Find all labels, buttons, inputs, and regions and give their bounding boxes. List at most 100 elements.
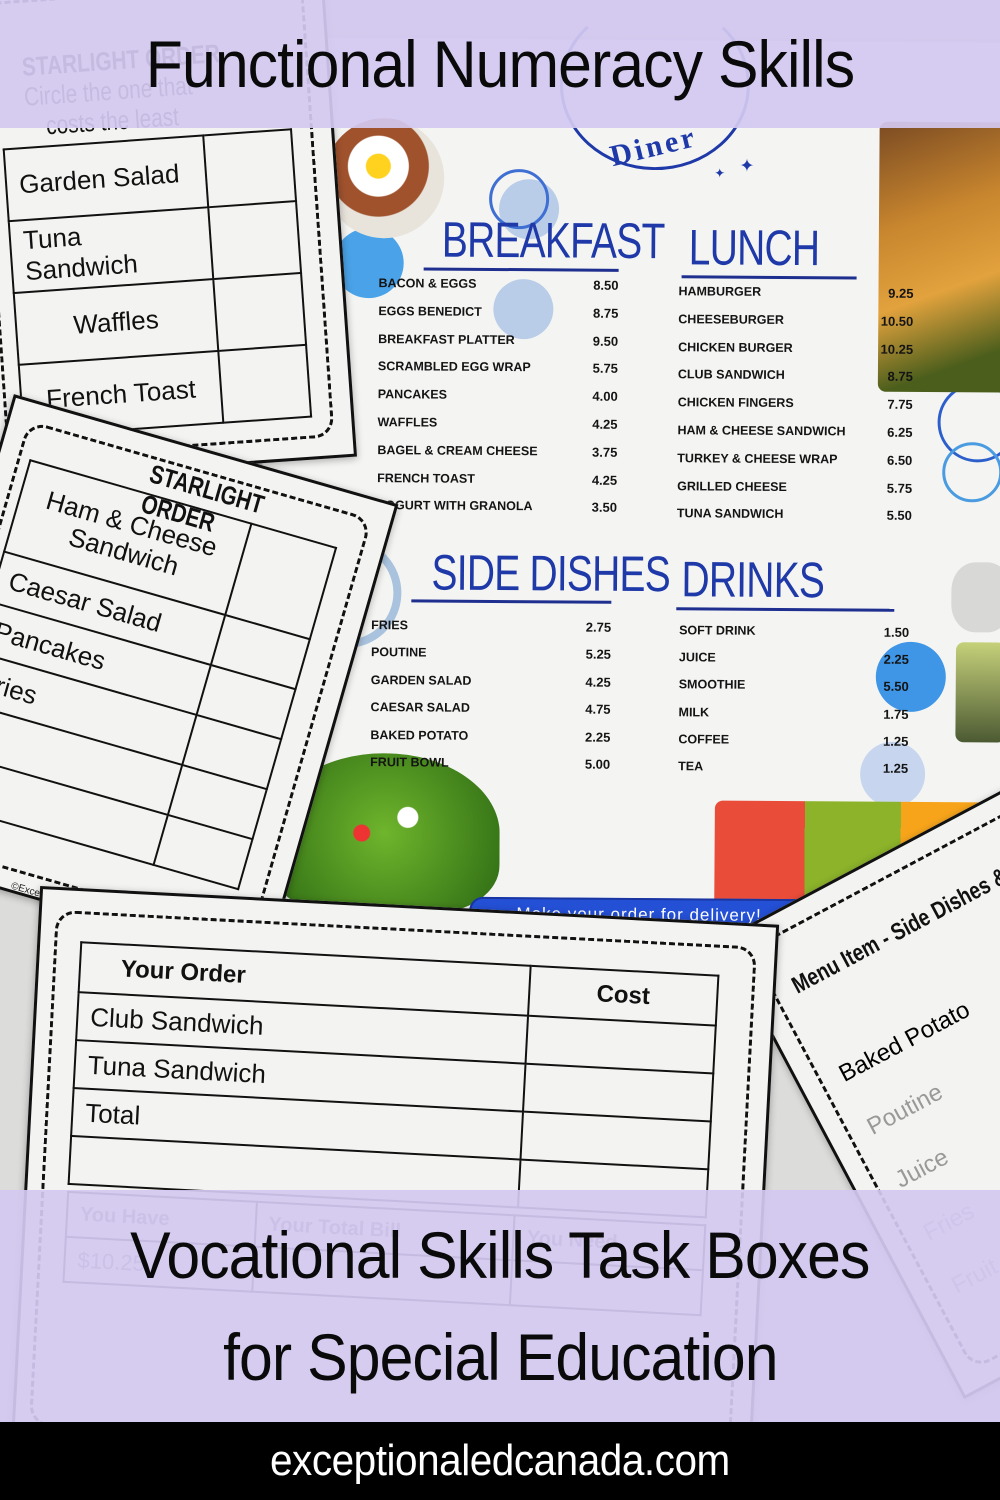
circle-cell[interactable] — [208, 201, 302, 280]
menu-item-name: JUICE — [678, 650, 716, 665]
section-rule — [411, 599, 612, 604]
section-rule — [681, 275, 857, 280]
sparkle-icon: ✦ — [714, 165, 726, 181]
menu-item-row: CHICKEN BURGER 10.25 — [678, 340, 913, 357]
bottom-title-band: Vocational Skills Task Boxes for Special… — [0, 1190, 1000, 1422]
menu-item-row: HAMBURGER 9.25 — [678, 284, 913, 301]
menu-item-price: 8.75 — [887, 369, 913, 385]
circle-cell[interactable] — [218, 344, 312, 423]
bottom-title-line2: for Special Education — [222, 1320, 778, 1394]
menu-item-name: COFFEE — [678, 732, 730, 747]
menu-item-price: 4.25 — [592, 416, 618, 432]
menu-item-price: 4.00 — [592, 388, 618, 405]
menu-item-row: BAKED POTATO 2.25 — [370, 728, 610, 745]
menu-item-price: 1.25 — [882, 760, 909, 776]
menu-item-name: PANCAKES — [377, 387, 448, 402]
menu-item-name: MILK — [678, 704, 710, 720]
menu-item-name: WAFFLES — [377, 415, 438, 430]
menu-item-name: CLUB SANDWICH — [677, 367, 785, 383]
menu-item-price: 6.50 — [886, 452, 913, 468]
menu-item-price: 5.75 — [886, 480, 913, 496]
breakfast-photo — [323, 117, 445, 239]
menu-item-row: YOGURT WITH GRANOLA 3.50 — [377, 499, 617, 516]
menu-item-row: GRILLED CHEESE 5.75 — [677, 479, 912, 496]
menu-item-price: 10.25 — [880, 341, 914, 357]
menu-item-row: PANCAKES 4.00 — [378, 387, 618, 404]
menu-item-price: 8.75 — [592, 305, 619, 321]
menu-item-price: 2.25 — [883, 651, 909, 668]
menu-item-price: 7.75 — [887, 396, 913, 413]
menu-item-name: FRENCH TOAST — [377, 470, 475, 486]
menu-item-price: 6.25 — [887, 424, 913, 440]
menu-item-name: SOFT DRINK — [679, 623, 756, 638]
teapot-photo — [951, 562, 1000, 633]
menu-item-price: 8.50 — [593, 277, 619, 293]
menu-item-row: BREAKFAST PLATTER 9.50 — [378, 332, 618, 349]
least-cost-table: Garden Salad Tuna Sandwich Waffles Frenc… — [3, 128, 313, 438]
top-title: Functional Numeracy Skills — [145, 27, 855, 101]
menu-item-name: HAMBURGER — [678, 284, 762, 299]
website-link[interactable]: exceptionaledcanada.com — [270, 1436, 730, 1486]
menu-item-price: 5.00 — [584, 756, 611, 772]
menu-item-price: 2.75 — [585, 619, 612, 635]
menu-item-row: SMOOTHIE 5.50 — [679, 678, 909, 695]
menu-item-price: 5.75 — [592, 361, 619, 377]
section-heading-breakfast: BREAKFAST — [441, 211, 665, 270]
menu-item-row: CLUB SANDWICH 8.75 — [678, 368, 913, 385]
circle-cell[interactable] — [213, 272, 307, 351]
menu-item-row: HAM & CHEESE SANDWICH 6.25 — [677, 423, 912, 440]
your-order-table: Your Order Cost Club Sandwich Tuna Sandw… — [68, 941, 720, 1218]
bottom-title-line1: Vocational Skills Task Boxes — [130, 1217, 870, 1292]
menu-item-name: TURKEY & CHEESE WRAP — [677, 451, 838, 467]
menu-item-name: TUNA SANDWICH — [676, 506, 784, 522]
tea-cups-photo — [955, 642, 1000, 743]
menu-item-row: MILK 1.75 — [679, 705, 909, 722]
menu-item-name: HAM & CHEESE SANDWICH — [677, 423, 846, 439]
menu-item-price: 10.50 — [880, 313, 914, 329]
menu-item-name: BAKED POTATO — [370, 727, 469, 743]
menu-item-name: YOGURT WITH GRANOLA — [376, 498, 533, 514]
menu-item-row: FRIES 2.75 — [371, 618, 611, 635]
menu-item-name: BACON & EGGS — [378, 276, 477, 291]
menu-item-row: CHICKEN FINGERS 7.75 — [678, 395, 913, 412]
menu-item-name: FRIES — [371, 618, 409, 633]
menu-item-name: CHEESEBURGER — [678, 312, 784, 327]
menu-item-price: 4.75 — [585, 701, 611, 717]
menu-item-row: TEA 1.25 — [678, 759, 908, 776]
section-heading-side-dishes: SIDE DISHES — [431, 544, 671, 603]
menu-item-name: CAESAR SALAD — [370, 700, 470, 715]
section-rule — [423, 267, 619, 272]
menu-item-price: 4.25 — [591, 472, 618, 488]
menu-item-price: 2.25 — [585, 729, 611, 745]
item-cell: Garden Salad — [3, 135, 209, 222]
menu-item-name: GRILLED CHEESE — [677, 478, 787, 494]
menu-item-price: 4.25 — [585, 674, 611, 690]
menu-item-row: SOFT DRINK 1.50 — [679, 623, 909, 640]
menu-item-name: SCRAMBLED EGG WRAP — [377, 359, 531, 375]
circle-cell[interactable] — [203, 129, 297, 208]
menu-item-name: BAGEL & CREAM CHEESE — [377, 442, 538, 459]
menu-item-name: CHICKEN BURGER — [678, 339, 793, 355]
menu-item-row: GARDEN SALAD 4.25 — [371, 673, 611, 690]
menu-item-name: FRUIT BOWL — [370, 755, 449, 770]
menu-item-row: FRUIT BOWL 5.00 — [370, 755, 610, 772]
menu-item-name: SMOOTHIE — [678, 677, 746, 693]
top-title-band: Functional Numeracy Skills — [0, 0, 1000, 128]
menu-item-price: 9.50 — [592, 333, 619, 349]
section-heading-drinks: DRINKS — [681, 551, 825, 609]
menu-item-row: COFFEE 1.25 — [678, 732, 908, 749]
section-rule — [676, 607, 895, 612]
menu-item-price: 5.50 — [883, 679, 909, 695]
menu-item-row: JUICE 2.25 — [679, 650, 909, 667]
menu-item-row: CAESAR SALAD 4.75 — [371, 700, 611, 717]
menu-item-row: FRENCH TOAST 4.25 — [377, 471, 617, 488]
menu-item-price: 1.75 — [883, 706, 909, 722]
menu-item-price: 3.50 — [591, 500, 618, 516]
menu-item-name: EGGS BENEDICT — [378, 303, 482, 319]
menu-item-row: BACON & EGGS 8.50 — [378, 276, 618, 293]
menu-item-row: TURKEY & CHEESE WRAP 6.50 — [677, 451, 912, 468]
section-heading-lunch: LUNCH — [688, 219, 820, 277]
decor-ring — [942, 442, 1000, 503]
menu-item-row: CHEESEBURGER 10.50 — [678, 312, 913, 329]
menu-item-price: 5.25 — [585, 647, 612, 663]
